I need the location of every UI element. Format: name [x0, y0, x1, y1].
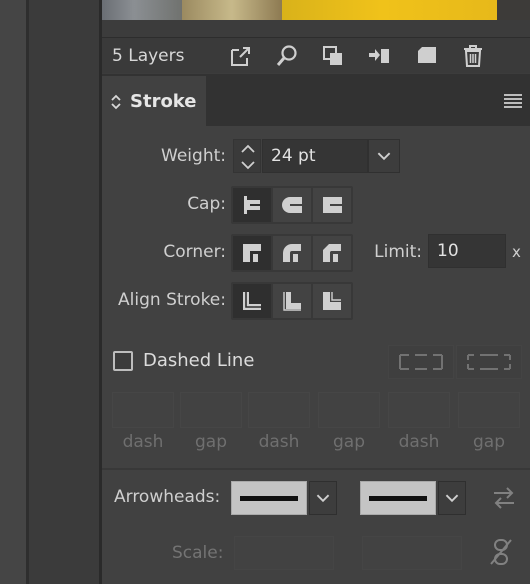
gap-caption: gap	[333, 432, 365, 452]
swap-arrowheads-icon[interactable]	[490, 484, 518, 512]
weight-label: Weight:	[161, 146, 226, 166]
start-arrowhead-select[interactable]	[231, 481, 307, 515]
dash-gap-fields	[112, 392, 522, 432]
corner-label: Corner:	[163, 242, 226, 262]
weight-dropdown-button[interactable]	[368, 139, 400, 173]
export-icon[interactable]	[228, 43, 254, 69]
weight-input[interactable]: 24 pt	[262, 139, 368, 173]
miter-join-button[interactable]	[233, 236, 271, 270]
left-edge-strip	[0, 0, 26, 584]
move-to-layer-icon[interactable]	[366, 43, 392, 69]
dash-field-1[interactable]	[112, 392, 174, 428]
weight-value: 24 pt	[271, 146, 316, 166]
tab-stroke[interactable]: Stroke	[102, 76, 206, 126]
new-layer-icon[interactable]	[414, 43, 440, 69]
round-join-button[interactable]	[273, 236, 311, 270]
scale-label: Scale:	[172, 543, 224, 563]
hamburger-menu-icon[interactable]	[504, 94, 522, 108]
bevel-join-icon	[323, 244, 341, 262]
gap-field-3[interactable]	[458, 392, 520, 428]
end-arrowhead-dropdown[interactable]	[438, 481, 466, 515]
chevron-down-icon	[377, 152, 391, 161]
align-outside-icon	[323, 292, 341, 310]
dash-field-3[interactable]	[388, 392, 450, 428]
weight-stepper[interactable]	[233, 139, 261, 173]
align-stroke-label: Align Stroke:	[118, 290, 226, 310]
align-dash-corners-button[interactable]	[456, 345, 522, 379]
section-divider	[102, 468, 530, 470]
arrowheads-label: Arrowheads:	[114, 487, 221, 507]
end-arrowhead-select[interactable]	[360, 481, 436, 515]
chevron-down-icon	[445, 494, 459, 503]
mask-icon[interactable]	[320, 43, 346, 69]
start-scale-input[interactable]	[234, 536, 334, 570]
start-arrowhead-dropdown[interactable]	[309, 481, 337, 515]
dash-preserve-icon	[399, 354, 443, 370]
chevron-down-icon	[316, 494, 330, 503]
round-cap-icon	[282, 197, 302, 213]
dashed-line-label: Dashed Line	[143, 350, 255, 371]
dash-caption: dash	[258, 432, 300, 452]
round-cap-button[interactable]	[273, 188, 311, 222]
limit-unit: x	[512, 243, 521, 261]
layers-count: 5 Layers	[112, 46, 185, 66]
butt-cap-icon	[244, 196, 260, 214]
layer-thumbnail-image	[102, 0, 530, 20]
trash-icon[interactable]	[460, 43, 486, 69]
align-inside-icon	[283, 292, 301, 311]
preserve-dash-button[interactable]	[388, 345, 454, 379]
dash-caption: dash	[122, 432, 164, 452]
limit-value: 10	[437, 241, 459, 261]
align-outside-button[interactable]	[313, 284, 351, 318]
dashed-line-checkbox[interactable]	[113, 351, 133, 371]
projecting-cap-icon	[323, 197, 342, 213]
collapse-toggle-icon[interactable]	[110, 94, 122, 110]
gap-caption: gap	[195, 432, 227, 452]
round-join-icon	[283, 244, 301, 262]
limit-label: Limit:	[374, 242, 422, 262]
layers-panel-footer: 5 Layers	[102, 37, 530, 73]
bevel-join-button[interactable]	[313, 236, 351, 270]
tab-label: Stroke	[130, 91, 197, 112]
cap-label: Cap:	[187, 194, 226, 214]
gap-caption: gap	[473, 432, 505, 452]
miter-join-icon	[243, 244, 261, 262]
align-inside-button[interactable]	[273, 284, 311, 318]
panel-tab-bar: Stroke	[102, 74, 530, 126]
miter-limit-input[interactable]: 10	[428, 234, 506, 268]
align-center-button[interactable]	[233, 284, 271, 318]
search-icon[interactable]	[274, 43, 300, 69]
dash-field-2[interactable]	[248, 392, 310, 428]
butt-cap-button[interactable]	[233, 188, 271, 222]
dash-align-icon	[467, 354, 511, 370]
end-scale-input[interactable]	[362, 536, 462, 570]
align-center-icon	[243, 292, 261, 310]
gap-field-2[interactable]	[318, 392, 380, 428]
gap-field-1[interactable]	[180, 392, 242, 428]
projecting-cap-button[interactable]	[313, 188, 351, 222]
link-scale-icon[interactable]	[488, 537, 514, 567]
dash-caption: dash	[398, 432, 440, 452]
left-dock-area	[29, 0, 99, 584]
